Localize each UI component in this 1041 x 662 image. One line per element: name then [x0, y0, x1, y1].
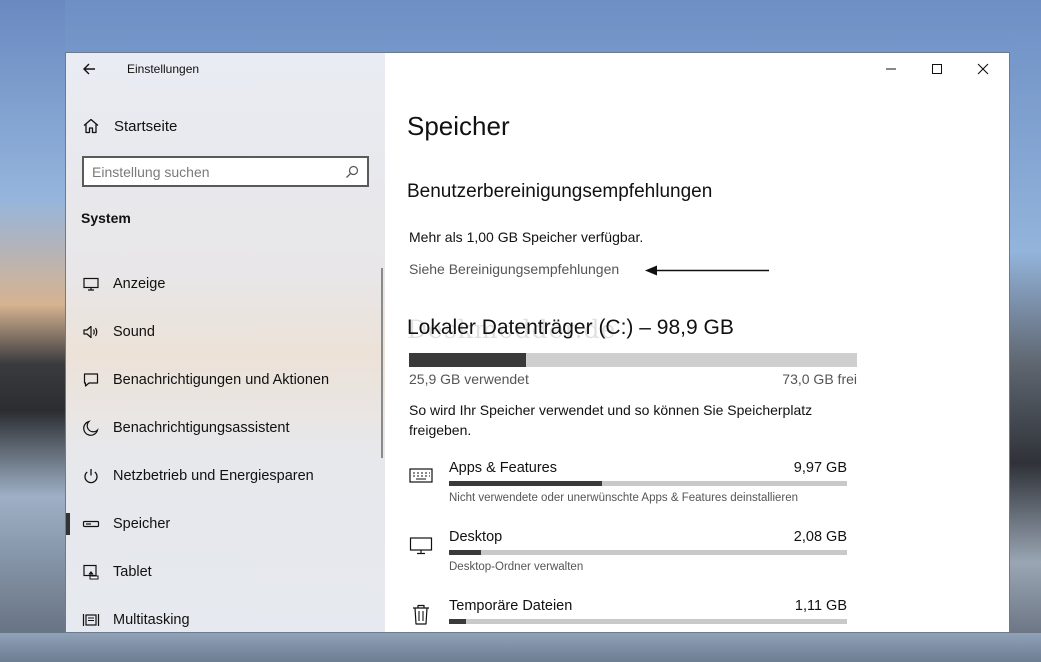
category-name: Desktop: [449, 529, 503, 545]
notification-icon: [83, 373, 99, 387]
sidebar-item-label: Speicher: [113, 516, 171, 532]
sidebar-nav: Anzeige Sound Benachrichtigungen und Akt…: [66, 260, 385, 632]
home-label: Startseite: [114, 117, 178, 135]
storage-description: So wird Ihr Speicher verwendet und so kö…: [409, 402, 813, 438]
sidebar-item-multitasking[interactable]: Multitasking: [66, 596, 385, 632]
storage-icon: [82, 520, 100, 528]
category-apps-features[interactable]: Apps & Features 9,97 GB Nicht verwendete…: [409, 460, 847, 520]
desktop-background-right: [1010, 0, 1041, 662]
category-size: 9,97 GB: [793, 460, 847, 476]
sidebar-item-label: Benachrichtigungen und Aktionen: [113, 372, 330, 388]
moon-icon: [83, 420, 99, 436]
back-button[interactable]: [80, 59, 100, 79]
page-title: Speicher: [407, 111, 510, 141]
home-icon: [83, 118, 99, 134]
settings-window: Einstellungen Startseite System Anzeige …: [65, 52, 1010, 633]
sidebar-item-speicher[interactable]: Speicher: [66, 500, 385, 548]
sidebar-item-label: Sound: [113, 324, 155, 340]
category-size: 1,11 GB: [794, 598, 847, 614]
close-button[interactable]: [960, 53, 1006, 85]
sidebar-item-sound[interactable]: Sound: [66, 308, 385, 356]
search-icon[interactable]: [345, 165, 359, 179]
arrow-left-icon: [83, 63, 95, 75]
search-box[interactable]: [82, 156, 369, 187]
monitor-icon: [409, 537, 433, 555]
category-subtitle: Nicht verwendete oder unerwünschte Apps …: [449, 492, 799, 504]
category-desktop[interactable]: Desktop 2,08 GB Desktop-Ordner verwalten: [409, 529, 847, 589]
sidebar-item-benachrichtigungsassistent[interactable]: Benachrichtigungsassistent: [66, 404, 385, 452]
sidebar-item-benachrichtigungen[interactable]: Benachrichtigungen und Aktionen: [66, 356, 385, 404]
sidebar: Einstellungen Startseite System Anzeige …: [66, 53, 385, 632]
sidebar-item-label: Benachrichtigungsassistent: [113, 420, 290, 436]
drive-free-label: 73,0 GB frei: [782, 371, 857, 387]
multitasking-icon: [82, 614, 100, 626]
category-temp-files[interactable]: Temporäre Dateien 1,11 GB: [409, 598, 847, 632]
available-space-text: Mehr als 1,00 GB Speicher verfügbar.: [409, 229, 644, 245]
category-usage-fill: [449, 619, 467, 624]
minimize-button[interactable]: [868, 53, 914, 85]
category-usage-bar: [449, 481, 847, 486]
power-icon: [84, 469, 98, 484]
category-usage-fill: [449, 481, 603, 486]
category-usage-fill: [449, 550, 481, 555]
category-subtitle: Desktop-Ordner verwalten: [449, 561, 584, 573]
category-size: 2,08 GB: [793, 529, 847, 545]
drive-used-label: 25,9 GB verwendet: [409, 371, 529, 387]
pointer-arrow-annotation: [645, 265, 769, 276]
home-nav-item[interactable]: Startseite: [82, 115, 177, 137]
main-content: Speicher Benutzerbereinigungsempfehlunge…: [385, 53, 1009, 632]
sidebar-section-title: System: [81, 210, 131, 226]
sidebar-item-label: Netzbetrieb und Energiesparen: [113, 468, 314, 484]
maximize-button[interactable]: [914, 53, 960, 85]
close-icon: [977, 63, 989, 75]
tablet-icon: [83, 564, 99, 580]
category-name: Apps & Features: [449, 460, 557, 476]
window-title: Einstellungen: [127, 62, 200, 76]
category-usage-bar: [449, 550, 847, 555]
keyboard-icon: [409, 468, 433, 483]
minimize-icon: [886, 68, 896, 70]
drive-usage-bar: [409, 353, 857, 367]
sidebar-item-tablet[interactable]: Tablet: [66, 548, 385, 596]
maximize-icon: [932, 64, 942, 74]
sidebar-item-label: Multitasking: [113, 612, 190, 628]
sidebar-item-anzeige[interactable]: Anzeige: [66, 260, 385, 308]
desktop-background-left: [0, 0, 65, 662]
sidebar-item-netzbetrieb[interactable]: Netzbetrieb und Energiesparen: [66, 452, 385, 500]
display-icon: [83, 277, 99, 291]
cleanup-recommendations-link[interactable]: Siehe Bereinigungsempfehlungen: [409, 261, 619, 277]
drive-title[interactable]: Lokaler Datenträger (C:) – 98,9 GB: [407, 316, 734, 340]
speaker-icon: [83, 325, 98, 339]
desktop-background-bottom: [0, 633, 1041, 662]
sidebar-scrollbar[interactable]: [381, 268, 383, 458]
category-name: Temporäre Dateien: [449, 598, 573, 614]
category-usage-bar: [449, 619, 847, 624]
sidebar-item-label: Anzeige: [113, 276, 166, 292]
sidebar-item-label: Tablet: [113, 564, 152, 580]
drive-usage-fill: [409, 353, 527, 367]
cleanup-section-title: Benutzerbereinigungsempfehlungen: [407, 181, 713, 202]
search-input[interactable]: [84, 163, 345, 180]
trash-icon: [413, 604, 429, 625]
